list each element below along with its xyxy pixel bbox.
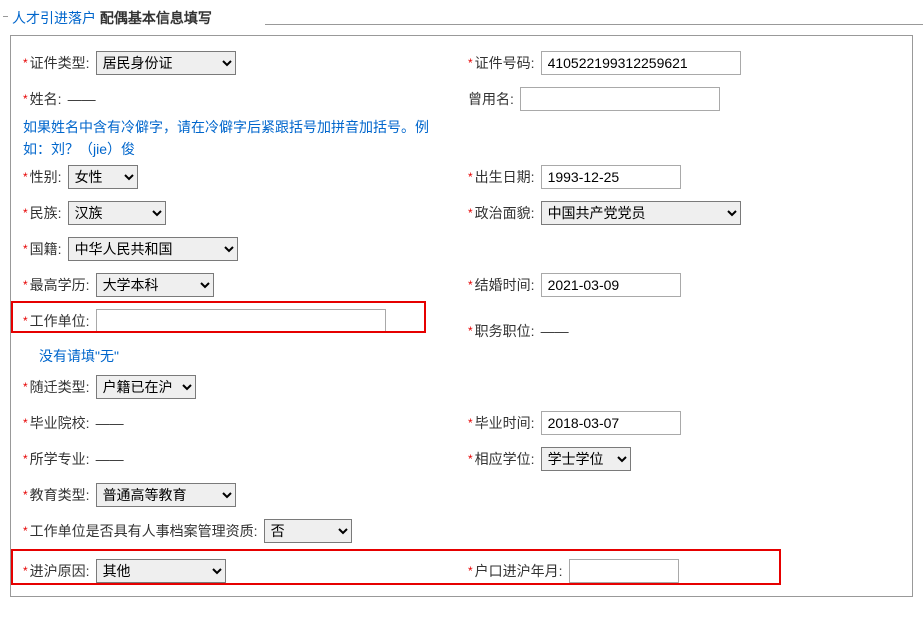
label-has-archive: 工作单位是否具有人事档案管理资质:: [30, 521, 258, 541]
value-name: ——: [68, 91, 96, 107]
select-nation[interactable]: 汉族: [68, 201, 166, 225]
label-major: 所学专业:: [30, 449, 90, 469]
required-marker: *: [23, 206, 28, 220]
label-move-type: 随迁类型:: [30, 377, 90, 397]
select-political[interactable]: 中国共产党党员: [541, 201, 741, 225]
required-marker: *: [23, 314, 28, 328]
select-education[interactable]: 大学本科: [96, 273, 214, 297]
input-grad-time[interactable]: [541, 411, 681, 435]
hint-name: 如果姓名中含有冷僻字，请在冷僻字后紧跟括号加拼音加括号。例如：刘？（jie）俊: [23, 116, 443, 160]
required-marker: *: [468, 56, 473, 70]
required-marker: *: [23, 564, 28, 578]
required-marker: *: [23, 524, 28, 538]
label-former-name: 曾用名:: [468, 89, 514, 109]
select-degree[interactable]: 学士学位: [541, 447, 631, 471]
label-birth-date: 出生日期:: [475, 167, 535, 187]
required-marker: *: [468, 206, 473, 220]
label-degree: 相应学位:: [475, 449, 535, 469]
label-id-type: 证件类型:: [30, 53, 90, 73]
required-marker: *: [23, 242, 28, 256]
select-gender[interactable]: 女性: [68, 165, 138, 189]
select-nationality[interactable]: 中华人民共和国: [68, 237, 238, 261]
label-education: 最高学历:: [30, 275, 90, 295]
required-marker: *: [468, 564, 473, 578]
form-container: * 证件类型: 居民身份证 * 证件号码: * 姓名: —— 如果姓名中含有冷僻…: [10, 35, 913, 597]
label-grad-time: 毕业时间:: [475, 413, 535, 433]
value-major: ——: [96, 451, 124, 467]
label-edu-type: 教育类型:: [30, 485, 90, 505]
required-marker: *: [23, 488, 28, 502]
required-marker: *: [468, 416, 473, 430]
required-marker: *: [468, 452, 473, 466]
select-edu-type[interactable]: 普通高等教育: [96, 483, 236, 507]
required-marker: *: [468, 324, 473, 338]
label-position: 职务职位:: [475, 321, 535, 341]
input-marry-time[interactable]: [541, 273, 681, 297]
required-marker: *: [23, 278, 28, 292]
value-grad-school: ——: [96, 415, 124, 431]
required-marker: *: [23, 416, 28, 430]
required-marker: *: [23, 92, 28, 106]
label-nationality: 国籍:: [30, 239, 62, 259]
input-sh-date[interactable]: [569, 559, 679, 583]
page-title: 配偶基本信息填写: [100, 10, 212, 26]
label-name: 姓名:: [30, 89, 62, 109]
select-move-type[interactable]: 户籍已在沪: [96, 375, 196, 399]
label-marry-time: 结婚时间:: [475, 275, 535, 295]
value-position: ——: [541, 323, 569, 339]
label-sh-reason: 进沪原因:: [30, 561, 90, 581]
select-id-type[interactable]: 居民身份证: [96, 51, 236, 75]
required-marker: *: [23, 380, 28, 394]
label-grad-school: 毕业院校:: [30, 413, 90, 433]
required-marker: *: [468, 278, 473, 292]
input-id-number[interactable]: [541, 51, 741, 75]
required-marker: *: [23, 452, 28, 466]
label-gender: 性别:: [30, 167, 62, 187]
input-former-name[interactable]: [520, 87, 720, 111]
select-has-archive[interactable]: 否: [264, 519, 352, 543]
select-sh-reason[interactable]: 其他: [96, 559, 226, 583]
label-nation: 民族:: [30, 203, 62, 223]
label-political: 政治面貌:: [475, 203, 535, 223]
hint-work-unit: 没有请填"无": [17, 346, 906, 366]
breadcrumb-link[interactable]: 人才引进落户: [12, 10, 96, 26]
required-marker: *: [468, 170, 473, 184]
required-marker: *: [23, 170, 28, 184]
label-id-number: 证件号码:: [475, 53, 535, 73]
label-sh-date: 户口进沪年月:: [475, 561, 563, 581]
required-marker: *: [23, 56, 28, 70]
input-birth-date[interactable]: [541, 165, 681, 189]
label-work-unit: 工作单位:: [30, 311, 90, 331]
input-work-unit[interactable]: [96, 309, 386, 333]
